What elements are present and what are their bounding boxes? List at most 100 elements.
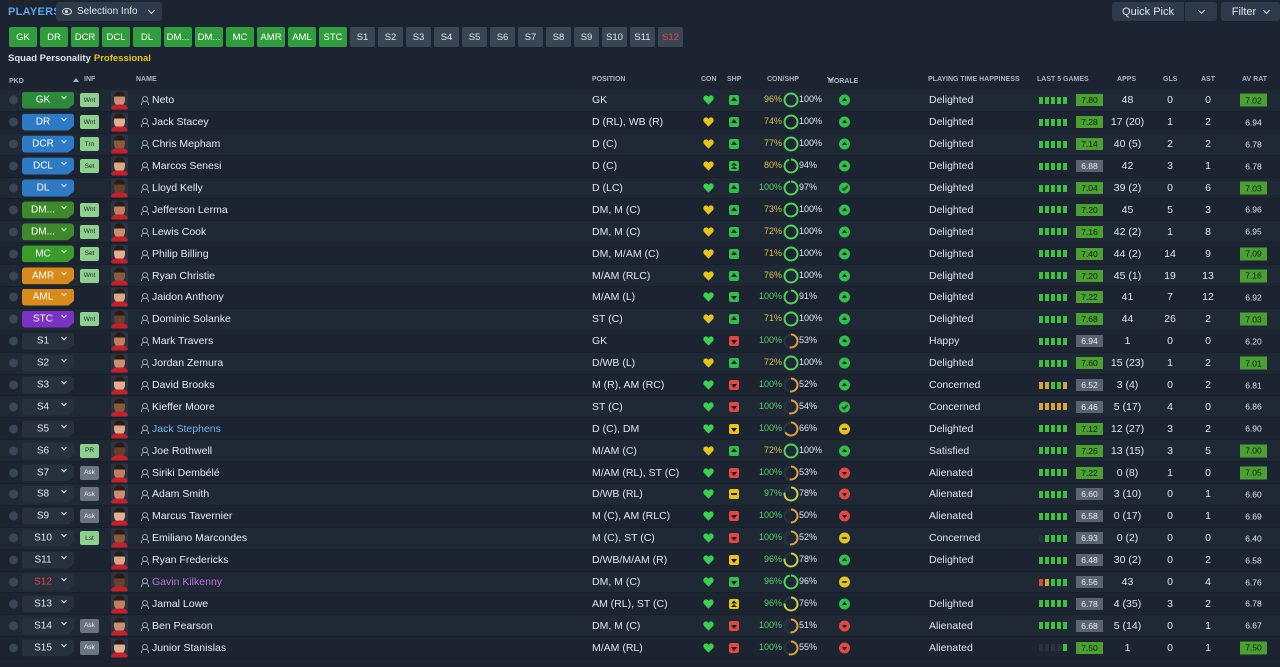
player-name[interactable]: Jack Stacey (152, 116, 209, 128)
player-row[interactable]: S15 Ask Junior Stanislas M/AM (RL) 100% 55% Al… (0, 637, 1280, 660)
player-name[interactable]: Kieffer Moore (152, 401, 215, 413)
sub-filter-s6[interactable]: S6 (490, 27, 515, 47)
col-avrat[interactable]: AV RAT (1242, 76, 1267, 83)
sub-filter-s1[interactable]: S1 (350, 27, 375, 47)
player-row[interactable]: MC Set Philip Billing DM, M/AM (C) 71% 100% De… (0, 243, 1280, 266)
pick-checkbox[interactable] (9, 183, 18, 193)
player-name[interactable]: David Brooks (152, 379, 214, 391)
pick-checkbox[interactable] (9, 555, 18, 565)
pick-checkbox[interactable] (9, 139, 18, 149)
sub-filter-s10[interactable]: S10 (602, 27, 627, 47)
position-filter-stc[interactable]: STC (319, 27, 347, 47)
player-name[interactable]: Jefferson Lerma (152, 204, 228, 216)
position-selector[interactable]: S11 (22, 551, 74, 569)
pick-checkbox[interactable] (9, 468, 18, 478)
col-conshp[interactable]: CON/SHP (767, 76, 799, 83)
player-row[interactable]: S1 Mark Travers GK 100% 53% Happy 6.94 1 0 0 6.20 (0, 330, 1280, 353)
pick-checkbox[interactable] (9, 621, 18, 631)
quick-pick-dropdown[interactable] (1185, 2, 1217, 21)
player-name[interactable]: Gavin Kilkenny (152, 576, 222, 588)
position-selector[interactable]: S10 (22, 529, 74, 547)
player-row[interactable]: AMR Wnt Ryan Christie M/AM (RLC) 76% 100% Deli… (0, 265, 1280, 288)
pick-checkbox[interactable] (9, 380, 18, 390)
pick-checkbox[interactable] (9, 424, 18, 434)
player-name[interactable]: Adam Smith (152, 488, 209, 500)
sub-filter-s5[interactable]: S5 (462, 27, 487, 47)
position-selector[interactable]: STC (22, 310, 74, 328)
position-selector[interactable]: S4 (22, 398, 74, 416)
col-shp[interactable]: SHP (727, 76, 741, 83)
col-con[interactable]: CON (701, 76, 717, 83)
position-filter-gk[interactable]: GK (9, 27, 37, 47)
position-selector[interactable]: DR (22, 113, 74, 131)
sub-filter-s12[interactable]: S12 (658, 27, 683, 47)
player-row[interactable]: S2 Jordan Zemura D/WB (L) 72% 100% Delighted 7… (0, 352, 1280, 375)
pick-checkbox[interactable] (9, 643, 18, 653)
player-row[interactable]: STC Wnt Dominic Solanke ST (C) 71% 100% Deligh… (0, 308, 1280, 331)
sub-filter-s3[interactable]: S3 (406, 27, 431, 47)
position-selector[interactable]: AML (22, 288, 74, 306)
col-position[interactable]: POSITION (592, 76, 625, 83)
position-selector[interactable]: DCR (22, 135, 74, 153)
pick-checkbox[interactable] (9, 249, 18, 259)
player-row[interactable]: S11 Ryan Fredericks D/WB/M/AM (R) 96% 78% Del… (0, 549, 1280, 572)
sub-filter-s9[interactable]: S9 (574, 27, 599, 47)
player-row[interactable]: DCR Trn Chris Mepham D (C) 77% 100% Delighted 7… (0, 133, 1280, 156)
selection-info-button[interactable]: Selection Info (56, 2, 162, 21)
player-row[interactable]: S3 David Brooks M (R), AM (RC) 100% 52% Conce… (0, 374, 1280, 397)
position-selector[interactable]: S1 (22, 332, 74, 350)
pick-checkbox[interactable] (9, 227, 18, 237)
player-row[interactable]: DCL Set Marcos Senesi D (C) 80% 94% Delighted 6… (0, 155, 1280, 178)
pick-checkbox[interactable] (9, 446, 18, 456)
player-row[interactable]: S5 Jack Stephens D (C), DM 100% 66% Delighted… (0, 418, 1280, 441)
position-selector[interactable]: S2 (22, 354, 74, 372)
position-selector[interactable]: MC (22, 245, 74, 263)
sub-filter-s4[interactable]: S4 (434, 27, 459, 47)
pick-checkbox[interactable] (9, 292, 18, 302)
player-name[interactable]: Jordan Zemura (152, 357, 223, 369)
filter-button[interactable]: Filter (1221, 2, 1280, 21)
pick-checkbox[interactable] (9, 314, 18, 324)
player-row[interactable]: GK Wnt Neto GK 96% 100% Delighted 7.80 48 0 0 7.02 (0, 90, 1280, 112)
quick-pick-button[interactable]: Quick Pick (1112, 2, 1184, 21)
position-selector[interactable]: S15 (22, 639, 74, 657)
player-row[interactable]: S4 Kieffer Moore ST (C) 100% 54% Concerned 6.4… (0, 396, 1280, 419)
position-selector[interactable]: S7 (22, 464, 74, 482)
player-name[interactable]: Philip Billing (152, 248, 209, 260)
position-selector[interactable]: S3 (22, 376, 74, 394)
player-name[interactable]: Siriki Dembélé (152, 467, 220, 479)
col-last5[interactable]: LAST 5 GAMES (1037, 76, 1089, 83)
pick-checkbox[interactable] (9, 511, 18, 521)
player-row[interactable]: DM... Wnt Lewis Cook DM, M (C) 72% 100% Deligh… (0, 221, 1280, 244)
position-selector[interactable]: S14 (22, 617, 74, 635)
player-row[interactable]: DL Lloyd Kelly D (LC) 100% 97% Delighted 7.04 3… (0, 177, 1280, 200)
position-selector[interactable]: DCL (22, 157, 74, 175)
position-filter-dr[interactable]: DR (40, 27, 68, 47)
col-inf[interactable]: INF (84, 76, 95, 83)
position-selector[interactable]: DM... (22, 223, 74, 241)
pick-checkbox[interactable] (9, 599, 18, 609)
player-row[interactable]: S14 Ask Ben Pearson DM, M (C) 100% 51% Alienat… (0, 615, 1280, 638)
position-selector[interactable]: S13 (22, 595, 74, 613)
position-selector[interactable]: AMR (22, 267, 74, 285)
pick-checkbox[interactable] (9, 161, 18, 171)
pick-checkbox[interactable] (9, 489, 18, 499)
player-name[interactable]: Jaidon Anthony (152, 291, 224, 303)
player-name[interactable]: Ryan Fredericks (152, 554, 228, 566)
position-selector[interactable]: S5 (22, 420, 74, 438)
player-name[interactable]: Ryan Christie (152, 270, 215, 282)
position-selector[interactable]: S9 (22, 507, 74, 525)
sub-filter-s8[interactable]: S8 (546, 27, 571, 47)
position-filter-dm[interactable]: DM... (164, 27, 192, 47)
pick-checkbox[interactable] (9, 533, 18, 543)
player-row[interactable]: AML Jaidon Anthony M/AM (L) 100% 91% Delighte… (0, 287, 1280, 309)
player-name[interactable]: Marcus Tavernier (152, 510, 232, 522)
pick-checkbox[interactable] (9, 95, 18, 105)
sub-filter-s11[interactable]: S11 (630, 27, 655, 47)
position-filter-dm[interactable]: DM... (195, 27, 223, 47)
position-selector[interactable]: DM... (22, 201, 74, 219)
col-gls[interactable]: GLS (1163, 76, 1177, 83)
player-name[interactable]: Chris Mepham (152, 138, 220, 150)
col-name[interactable]: NAME (136, 76, 157, 83)
player-name[interactable]: Lloyd Kelly (152, 182, 203, 194)
